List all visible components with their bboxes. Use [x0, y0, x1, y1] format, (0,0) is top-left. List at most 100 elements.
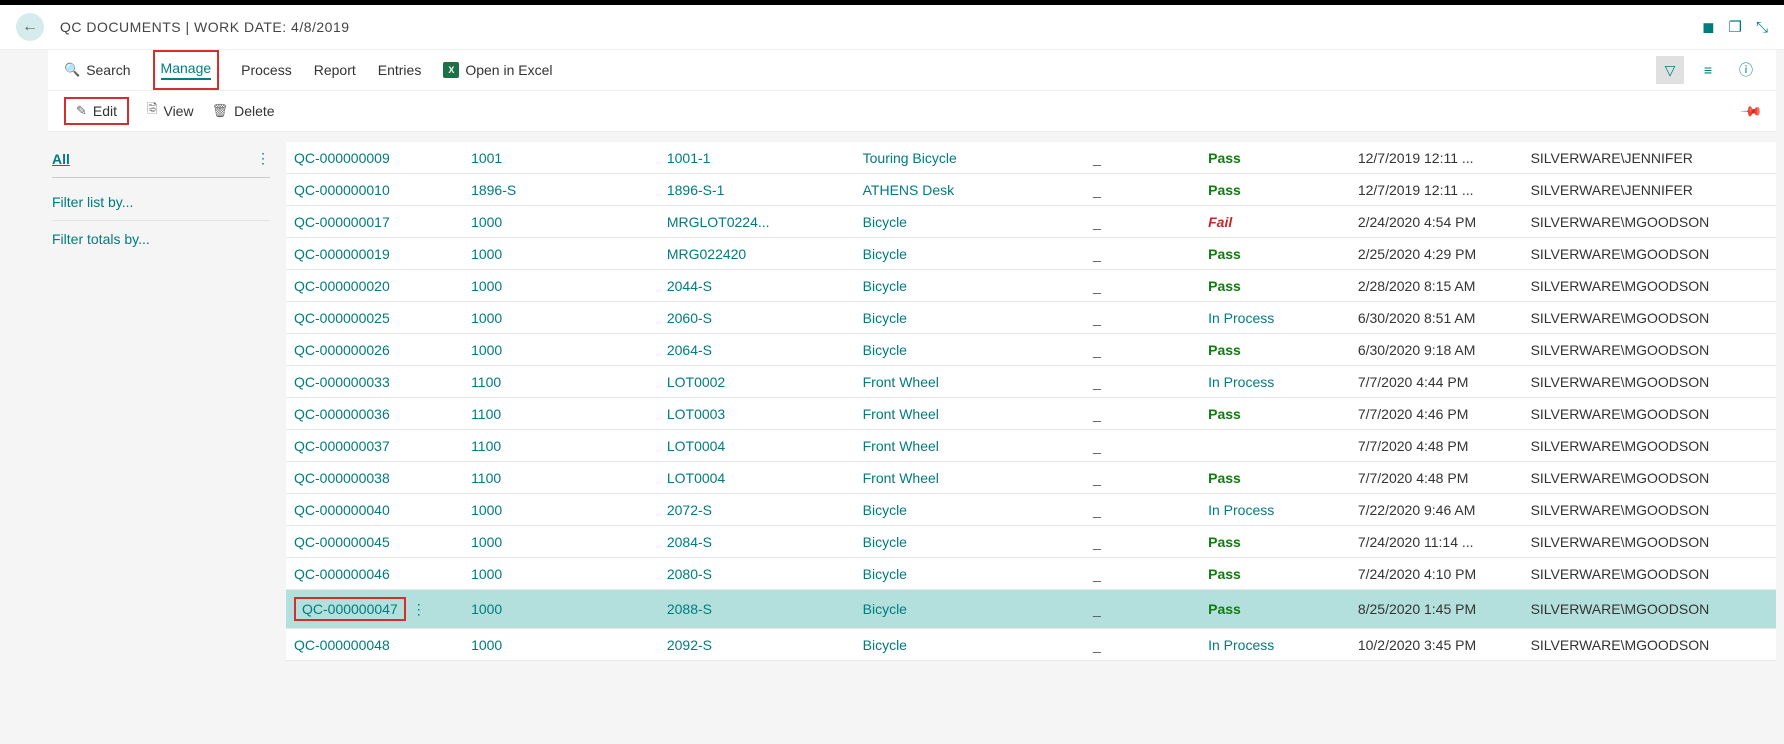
item-no-link[interactable]: 1100: [463, 462, 659, 494]
item-no-link[interactable]: 1000: [463, 494, 659, 526]
table-row[interactable]: QC-000000025⋮10002060-SBicycle_In Proces…: [286, 302, 1776, 334]
item-no-link[interactable]: 1000: [463, 238, 659, 270]
filter-all-link[interactable]: All: [52, 151, 70, 167]
open-in-excel[interactable]: X Open in Excel: [443, 50, 552, 90]
description-link[interactable]: Bicycle: [855, 629, 1085, 661]
doc-no-link[interactable]: QC-000000025: [294, 310, 390, 326]
item-no-link[interactable]: 1896-S: [463, 174, 659, 206]
doc-no-link[interactable]: QC-000000033: [294, 374, 390, 390]
item-no-link[interactable]: 1000: [463, 558, 659, 590]
lot-no-link[interactable]: LOT0004: [659, 462, 855, 494]
description-link[interactable]: ATHENS Desk: [855, 174, 1085, 206]
description-link[interactable]: Front Wheel: [855, 398, 1085, 430]
table-row[interactable]: QC-000000033⋮1100LOT0002Front Wheel_In P…: [286, 366, 1776, 398]
description-link[interactable]: Bicycle: [855, 526, 1085, 558]
report-tab[interactable]: Report: [314, 50, 356, 90]
doc-no-link[interactable]: QC-000000037: [294, 438, 390, 454]
doc-no-link[interactable]: QC-000000009: [294, 150, 390, 166]
back-button[interactable]: ←: [16, 13, 44, 41]
description-link[interactable]: Touring Bicycle: [855, 142, 1085, 174]
search-action[interactable]: 🔍 Search: [64, 50, 131, 90]
doc-no-link[interactable]: QC-000000040: [294, 502, 390, 518]
description-link[interactable]: Bicycle: [855, 334, 1085, 366]
item-no-link[interactable]: 1100: [463, 398, 659, 430]
process-tab[interactable]: Process: [241, 50, 292, 90]
table-row[interactable]: QC-000000048⋮10002092-SBicycle_In Proces…: [286, 629, 1776, 661]
view-action[interactable]: 🗟 View: [147, 97, 194, 125]
table-row[interactable]: QC-000000040⋮10002072-SBicycle_In Proces…: [286, 494, 1776, 526]
table-row[interactable]: QC-000000037⋮1100LOT0004Front Wheel_7/7/…: [286, 430, 1776, 462]
filter-totals-by[interactable]: Filter totals by...: [52, 221, 270, 257]
table-row[interactable]: QC-000000019⋮1000MRG022420Bicycle_Pass2/…: [286, 238, 1776, 270]
table-row[interactable]: QC-000000010⋮1896-S1896-S-1ATHENS Desk_P…: [286, 174, 1776, 206]
doc-no-link[interactable]: QC-000000047: [294, 597, 406, 621]
lot-no-link[interactable]: 1001-1: [659, 142, 855, 174]
lot-no-link[interactable]: 2080-S: [659, 558, 855, 590]
doc-no-link[interactable]: QC-000000017: [294, 214, 390, 230]
popout-icon[interactable]: ❐: [1729, 18, 1742, 36]
doc-no-link[interactable]: QC-000000010: [294, 182, 390, 198]
lot-no-link[interactable]: MRGLOT0224...: [659, 206, 855, 238]
item-no-link[interactable]: 1000: [463, 206, 659, 238]
doc-no-link[interactable]: QC-000000019: [294, 246, 390, 262]
description-link[interactable]: Bicycle: [855, 270, 1085, 302]
lot-no-link[interactable]: 2060-S: [659, 302, 855, 334]
doc-no-link[interactable]: QC-000000038: [294, 470, 390, 486]
collapse-icon[interactable]: ⤡: [1756, 19, 1768, 36]
lot-no-link[interactable]: 2064-S: [659, 334, 855, 366]
item-no-link[interactable]: 1001: [463, 142, 659, 174]
item-no-link[interactable]: 1000: [463, 526, 659, 558]
table-row[interactable]: QC-000000036⋮1100LOT0003Front Wheel_Pass…: [286, 398, 1776, 430]
lot-no-link[interactable]: LOT0002: [659, 366, 855, 398]
item-no-link[interactable]: 1000: [463, 270, 659, 302]
list-view-icon[interactable]: ≡: [1694, 56, 1722, 84]
doc-no-link[interactable]: QC-000000036: [294, 406, 390, 422]
row-menu-icon[interactable]: ⋮: [412, 601, 432, 618]
item-no-link[interactable]: 1000: [463, 629, 659, 661]
description-link[interactable]: Bicycle: [855, 302, 1085, 334]
description-link[interactable]: Bicycle: [855, 238, 1085, 270]
lot-no-link[interactable]: 2088-S: [659, 590, 855, 629]
table-row[interactable]: QC-000000045⋮10002084-SBicycle_Pass7/24/…: [286, 526, 1776, 558]
lot-no-link[interactable]: LOT0003: [659, 398, 855, 430]
item-no-link[interactable]: 1100: [463, 366, 659, 398]
table-row[interactable]: QC-000000009⋮10011001-1Touring Bicycle_P…: [286, 142, 1776, 174]
description-link[interactable]: Front Wheel: [855, 366, 1085, 398]
table-row[interactable]: QC-000000047⋮10002088-SBicycle_Pass8/25/…: [286, 590, 1776, 629]
info-icon[interactable]: ⓘ: [1732, 56, 1760, 84]
delete-action[interactable]: 🗑 Delete: [212, 97, 275, 125]
item-no-link[interactable]: 1100: [463, 430, 659, 462]
pin-icon[interactable]: 📌: [1739, 99, 1763, 123]
lot-no-link[interactable]: LOT0004: [659, 430, 855, 462]
lot-no-link[interactable]: 2072-S: [659, 494, 855, 526]
table-row[interactable]: QC-000000038⋮1100LOT0004Front Wheel_Pass…: [286, 462, 1776, 494]
filter-list-by[interactable]: Filter list by...: [52, 184, 270, 221]
doc-no-link[interactable]: QC-000000045: [294, 534, 390, 550]
item-no-link[interactable]: 1000: [463, 334, 659, 366]
doc-no-link[interactable]: QC-000000048: [294, 637, 390, 653]
lot-no-link[interactable]: 2092-S: [659, 629, 855, 661]
entries-tab[interactable]: Entries: [378, 50, 422, 90]
description-link[interactable]: Front Wheel: [855, 430, 1085, 462]
item-no-link[interactable]: 1000: [463, 590, 659, 629]
description-link[interactable]: Bicycle: [855, 558, 1085, 590]
doc-no-link[interactable]: QC-000000046: [294, 566, 390, 582]
edit-action[interactable]: ✎ Edit: [64, 97, 129, 125]
table-row[interactable]: QC-000000046⋮10002080-SBicycle_Pass7/24/…: [286, 558, 1776, 590]
description-link[interactable]: Front Wheel: [855, 462, 1085, 494]
description-link[interactable]: Bicycle: [855, 590, 1085, 629]
description-link[interactable]: Bicycle: [855, 206, 1085, 238]
item-no-link[interactable]: 1000: [463, 302, 659, 334]
table-row[interactable]: QC-000000020⋮10002044-SBicycle_Pass2/28/…: [286, 270, 1776, 302]
doc-no-link[interactable]: QC-000000020: [294, 278, 390, 294]
table-row[interactable]: QC-000000017⋮1000MRGLOT0224...Bicycle_Fa…: [286, 206, 1776, 238]
filter-toggle-icon[interactable]: ▽: [1656, 56, 1684, 84]
description-link[interactable]: Bicycle: [855, 494, 1085, 526]
bookmark-icon[interactable]: ◼: [1702, 18, 1714, 36]
lot-no-link[interactable]: 2084-S: [659, 526, 855, 558]
doc-no-link[interactable]: QC-000000026: [294, 342, 390, 358]
lot-no-link[interactable]: MRG022420: [659, 238, 855, 270]
filter-menu-icon[interactable]: ⋮: [256, 150, 270, 167]
lot-no-link[interactable]: 1896-S-1: [659, 174, 855, 206]
manage-tab[interactable]: Manage: [153, 50, 220, 90]
